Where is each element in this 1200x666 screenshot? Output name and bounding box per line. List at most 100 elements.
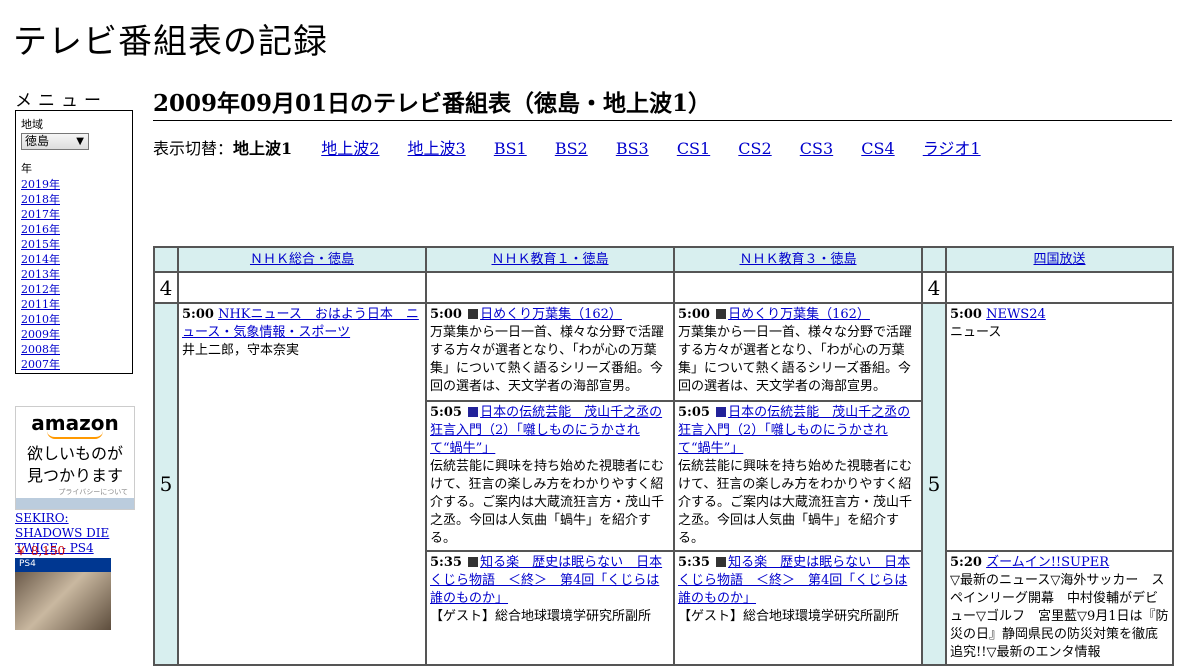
empty-slot — [425, 271, 675, 304]
channel-header: 四国放送 — [945, 246, 1174, 273]
program-title-link[interactable]: NEWS24 — [986, 307, 1046, 322]
program-time: 5:00 — [678, 307, 710, 322]
year-link[interactable]: 2010年 — [21, 313, 60, 326]
genre-icon — [468, 309, 479, 319]
year-link[interactable]: 2013年 — [21, 268, 60, 281]
year-link[interactable]: 2008年 — [21, 343, 60, 356]
program-title-link[interactable]: 知る楽 歴史は眠らない 日本くじら物語 ＜終＞ 第4回「くじらは誰のものか」 — [430, 555, 662, 606]
channel-link-bs1[interactable]: BS1 — [494, 139, 527, 158]
program-cell: 5:00 NEWS24 ニュース — [945, 302, 1174, 552]
program-title-link[interactable]: 日本の伝統芸能 茂山千之丞の狂言入門（2）「囃しものにうかされて“蝸牛”」 — [678, 405, 910, 456]
year-list: 2019年 2018年 2017年 2016年 2015年 2014年 2013… — [21, 177, 127, 372]
program-title-link[interactable]: 日本の伝統芸能 茂山千之丞の狂言入門（2）「囃しものにうかされて“蝸牛”」 — [430, 405, 662, 456]
hour-header-left — [153, 246, 179, 273]
program-desc: 【ゲスト】総合地球環境学研究所副所 — [430, 609, 652, 624]
program-time: 5:05 — [430, 405, 462, 420]
amazon-ad-banner[interactable]: amazon 欲しいものが 見つかります プライバシーについて — [15, 406, 135, 510]
hour-header-right — [921, 246, 947, 273]
program-desc: 伝統芸能に興味を持ち始めた視聴者にむけて、狂言の楽しみ方をわかりやすく紹介する。… — [430, 459, 665, 546]
program-desc: 万葉集から一日一首、様々な分野で活躍する方々が選者となり、「わが心の万葉集」につ… — [678, 325, 913, 394]
program-desc: 【ゲスト】総合地球環境学研究所副所 — [678, 609, 900, 624]
product-price: ￥ 8,150 — [15, 544, 66, 558]
year-link[interactable]: 2019年 — [21, 178, 60, 191]
program-time: 5:35 — [678, 555, 710, 570]
channel-header-link[interactable]: ＮＨＫ教育３・徳島 — [739, 252, 856, 267]
genre-icon — [716, 557, 727, 567]
ps4-badge: PS4 — [15, 558, 111, 572]
program-cell: 5:05 日本の伝統芸能 茂山千之丞の狂言入門（2）「囃しものにうかされて“蝸牛… — [425, 400, 675, 552]
channel-link-chideji2[interactable]: 地上波2 — [321, 139, 379, 158]
program-cell: 5:35 知る楽 歴史は眠らない 日本くじら物語 ＜終＞ 第4回「くじらは誰のも… — [673, 550, 923, 666]
program-title-link[interactable]: 知る楽 歴史は眠らない 日本くじら物語 ＜終＞ 第4回「くじらは誰のものか」 — [678, 555, 910, 606]
product-image[interactable]: PS4 — [15, 558, 111, 630]
hour-cell: 5 — [921, 302, 947, 666]
channel-switch: 表示切替：地上波1 地上波2 地上波3 BS1 BS2 BS3 CS1 CS2 … — [153, 135, 1004, 159]
year-link[interactable]: 2018年 — [21, 193, 60, 206]
program-desc: 伝統芸能に興味を持ち始めた視聴者にむけて、狂言の楽しみ方をわかりやすく紹介する。… — [678, 459, 913, 546]
program-time: 5:00 — [182, 307, 214, 322]
chevron-down-icon: ▼ — [76, 136, 84, 147]
menu-box: 地域 徳島 ▼ 年 2019年 2018年 2017年 2016年 2015年 … — [15, 110, 133, 374]
year-link[interactable]: 2012年 — [21, 283, 60, 296]
channel-link-cs4[interactable]: CS4 — [861, 139, 894, 158]
empty-slot — [673, 271, 923, 304]
program-desc: ニュース — [950, 325, 1002, 340]
hour-cell: 4 — [153, 271, 179, 304]
ad-tagline-2: 見つかります — [26, 466, 123, 485]
channel-link-chideji3[interactable]: 地上波3 — [408, 139, 466, 158]
site-title: テレビ番組表の記録 — [13, 22, 328, 62]
genre-icon — [716, 407, 727, 417]
channel-link-cs1[interactable]: CS1 — [677, 139, 710, 158]
region-select[interactable]: 徳島 ▼ — [21, 133, 89, 150]
channel-header-link[interactable]: ＮＨＫ教育１・徳島 — [491, 252, 608, 267]
hour-cell: 4 — [921, 271, 947, 304]
program-time: 5:05 — [678, 405, 710, 420]
menu-heading: メニュー — [15, 91, 107, 111]
genre-icon — [468, 407, 479, 417]
channel-switch-label: 表示切替： — [153, 139, 234, 158]
program-time: 5:00 — [950, 307, 982, 322]
year-link[interactable]: 2017年 — [21, 208, 60, 221]
program-desc: ▽最新のニュース▽海外サッカー スペインリーグ開幕 中村俊輔がデビュー▽ゴルフ … — [950, 573, 1169, 660]
region-select-value: 徳島 — [25, 134, 50, 148]
program-desc: 万葉集から一日一首、様々な分野で活躍する方々が選者となり、「わが心の万葉集」につ… — [430, 325, 665, 394]
program-cell: 5:05 日本の伝統芸能 茂山千之丞の狂言入門（2）「囃しものにうかされて“蝸牛… — [673, 400, 923, 552]
year-link[interactable]: 2009年 — [21, 328, 60, 341]
program-desc: 井上二郎，守本奈実 — [182, 343, 300, 358]
genre-icon — [468, 557, 479, 567]
program-title-link[interactable]: ズームイン!!SUPER — [986, 555, 1109, 570]
program-title-link[interactable]: NHKニュース おはよう日本 ニュース・気象情報・スポーツ — [182, 307, 419, 340]
program-cell: 5:00 日めくり万葉集（162） 万葉集から一日一首、様々な分野で活躍する方々… — [673, 302, 923, 402]
program-time: 5:35 — [430, 555, 462, 570]
program-time: 5:20 — [950, 555, 982, 570]
year-link[interactable]: 2015年 — [21, 238, 60, 251]
year-link[interactable]: 2016年 — [21, 223, 60, 236]
ad-privacy-link[interactable]: プライバシーについて — [16, 487, 134, 497]
program-title-link[interactable]: 日めくり万葉集（162） — [728, 307, 870, 322]
channel-link-cs3[interactable]: CS3 — [800, 139, 833, 158]
ad-tagline-1: 欲しいものが — [26, 444, 123, 463]
program-title-link[interactable]: 日めくり万葉集（162） — [480, 307, 622, 322]
channel-link-bs3[interactable]: BS3 — [616, 139, 649, 158]
hour-cell: 5 — [153, 302, 179, 666]
region-label: 地域 — [21, 118, 43, 131]
channel-header-link[interactable]: ＮＨＫ総合・徳島 — [250, 252, 354, 267]
channel-header: ＮＨＫ総合・徳島 — [177, 246, 427, 273]
year-link[interactable]: 2014年 — [21, 253, 60, 266]
year-link[interactable]: 2007年 — [21, 358, 60, 371]
channel-header: ＮＨＫ教育３・徳島 — [673, 246, 923, 273]
genre-icon — [716, 309, 727, 319]
channel-link-cs2[interactable]: CS2 — [738, 139, 771, 158]
year-link[interactable]: 2011年 — [21, 298, 60, 311]
channel-link-radio1[interactable]: ラジオ1 — [923, 139, 981, 158]
program-cell: 5:00 日めくり万葉集（162） 万葉集から一日一首、様々な分野で活躍する方々… — [425, 302, 675, 402]
program-time: 5:00 — [430, 307, 462, 322]
schedule-table: ＮＨＫ総合・徳島 ＮＨＫ教育１・徳島 ＮＨＫ教育３・徳島 四国放送 4 4 5 … — [153, 246, 1174, 666]
channel-link-bs2[interactable]: BS2 — [555, 139, 588, 158]
product-art — [15, 572, 111, 630]
channel-header-link[interactable]: 四国放送 — [1033, 252, 1085, 267]
empty-slot — [945, 271, 1174, 304]
ad-scroll-bar[interactable] — [16, 498, 134, 509]
channel-switch-current: 地上波1 — [233, 139, 293, 158]
program-cell: 5:35 知る楽 歴史は眠らない 日本くじら物語 ＜終＞ 第4回「くじらは誰のも… — [425, 550, 675, 666]
